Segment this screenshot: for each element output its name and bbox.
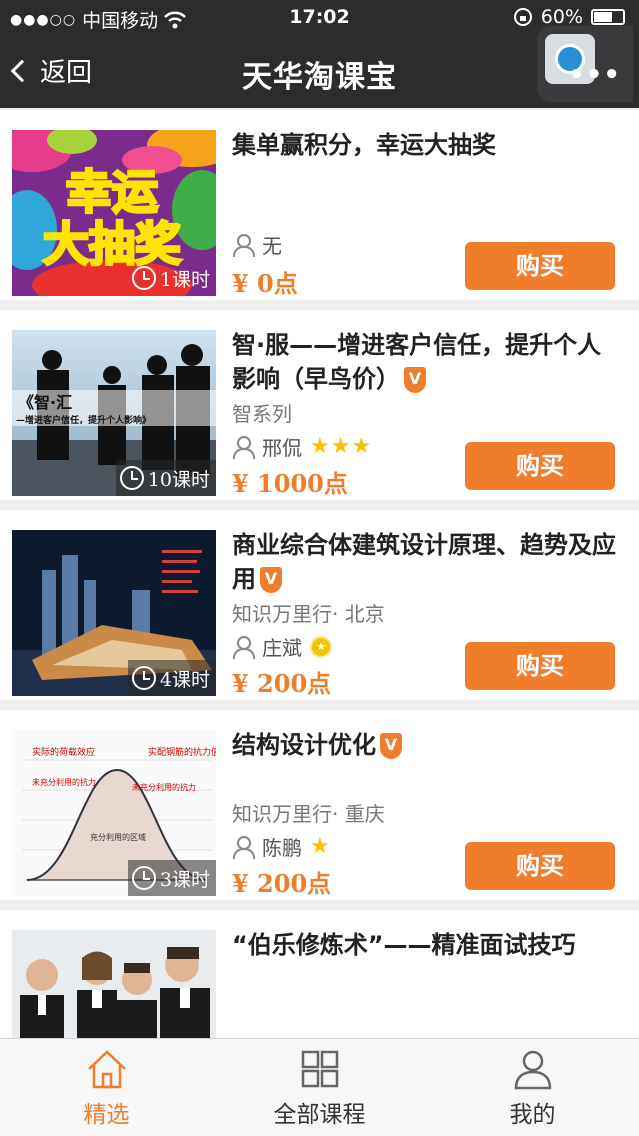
buy-button[interactable]: 购买 bbox=[465, 442, 615, 490]
tab-label: 精选 bbox=[83, 1102, 130, 1128]
course-card[interactable]: 4课时 商业综合体建筑设计原理、趋势及应用 V 知识万里行· 北京 庄斌 ★ ¥ … bbox=[0, 510, 639, 700]
course-card[interactable]: 《智·汇 —增进客户信任，提升个人影响》 10课时 智·服——增进客户信任，提升… bbox=[0, 310, 639, 500]
buy-button[interactable]: 购买 bbox=[465, 642, 615, 690]
course-thumbnail: 幸运 大抽奖 1课时 bbox=[12, 130, 216, 296]
thumb-text-1: 实际的荷载效应 bbox=[32, 746, 95, 758]
verified-badge-icon: V bbox=[404, 367, 426, 393]
nav-bar: 返回 天华淘课宝 ••• bbox=[0, 26, 639, 108]
author-name: 庄斌 bbox=[262, 636, 302, 660]
course-thumbnail: 《智·汇 —增进客户信任，提升个人影响》 10课时 bbox=[12, 330, 216, 496]
course-price: ¥ 200点 bbox=[232, 669, 332, 698]
lesson-count-badge: 4课时 bbox=[127, 660, 216, 696]
verified-badge-icon: V bbox=[380, 733, 402, 759]
lesson-count: 4课时 bbox=[159, 668, 210, 691]
lesson-count-badge: 3课时 bbox=[127, 860, 216, 896]
tab-featured[interactable]: 精选 bbox=[0, 1039, 213, 1136]
tab-all-courses[interactable]: 全部课程 bbox=[213, 1039, 426, 1136]
lesson-count-badge: 10课时 bbox=[115, 460, 216, 496]
home-icon bbox=[87, 1050, 126, 1089]
course-title[interactable]: 结构设计优化 V bbox=[232, 728, 624, 762]
course-thumbnail: 实际的荷载效应 实配钢筋的抗力值 未充分利用的抗力 未充分利用的抗力 充分利用的… bbox=[12, 730, 216, 896]
clock-icon bbox=[119, 466, 144, 490]
medal-icon: ★ bbox=[310, 635, 332, 658]
person-icon bbox=[232, 835, 255, 859]
battery-icon bbox=[591, 9, 625, 25]
thumb-text-4: 未充分利用的抗力 bbox=[132, 782, 196, 792]
tab-label: 全部课程 bbox=[273, 1102, 366, 1128]
grid-icon bbox=[301, 1050, 338, 1088]
course-title[interactable]: “伯乐修炼术”——精准面试技巧 bbox=[232, 928, 624, 962]
course-price: ¥ 1000点 bbox=[232, 469, 348, 498]
course-thumbnail bbox=[12, 930, 216, 1040]
course-card[interactable]: 实际的荷载效应 实配钢筋的抗力值 未充分利用的抗力 未充分利用的抗力 充分利用的… bbox=[0, 710, 639, 900]
person-icon bbox=[232, 435, 255, 459]
course-author: 陈鹏 ★ bbox=[232, 832, 331, 861]
lesson-count: 10课时 bbox=[147, 468, 210, 491]
course-card[interactable]: 幸运 大抽奖 1课时 集单赢积分，幸运大抽奖 无 ¥ 0点 购买 bbox=[0, 110, 639, 300]
author-name: 无 bbox=[262, 234, 282, 258]
course-card[interactable]: “伯乐修炼术”——精准面试技巧 bbox=[0, 910, 639, 1040]
clock-icon bbox=[131, 866, 156, 890]
thumb-text-2: 实配钢筋的抗力值 bbox=[148, 746, 216, 758]
course-series: 知识万里行· 重庆 bbox=[232, 802, 385, 826]
star-rating: ★★★ bbox=[310, 434, 373, 459]
course-title-text: 商业综合体建筑设计原理、趋势及应用 bbox=[232, 531, 616, 593]
course-price: ¥ 0点 bbox=[232, 269, 298, 298]
course-title-text: 结构设计优化 bbox=[232, 731, 376, 759]
user-icon bbox=[514, 1050, 551, 1090]
star-rating: ★ bbox=[310, 834, 331, 859]
author-name: 陈鹏 bbox=[262, 836, 302, 860]
course-title[interactable]: 集单赢积分，幸运大抽奖 bbox=[232, 128, 624, 162]
course-series: 智系列 bbox=[232, 402, 292, 426]
thumb-text-1: 《智·汇 bbox=[18, 393, 72, 412]
more-button[interactable]: ••• bbox=[537, 26, 633, 102]
course-author: 无 bbox=[232, 230, 282, 259]
lesson-count: 1课时 bbox=[159, 268, 210, 291]
verified-badge-icon: V bbox=[260, 567, 282, 593]
person-icon bbox=[232, 635, 255, 659]
lesson-count-badge: 1课时 bbox=[128, 260, 216, 296]
tab-mine[interactable]: 我的 bbox=[426, 1039, 639, 1136]
status-right: 60% bbox=[513, 6, 625, 28]
course-thumbnail: 4课时 bbox=[12, 530, 216, 696]
clock-icon bbox=[131, 266, 156, 290]
course-title[interactable]: 商业综合体建筑设计原理、趋势及应用 V bbox=[232, 528, 624, 596]
more-dots-icon: ••• bbox=[568, 60, 621, 90]
thumb-text-1: 幸运 bbox=[66, 165, 158, 219]
course-series: 知识万里行· 北京 bbox=[232, 602, 385, 626]
buy-button[interactable]: 购买 bbox=[465, 842, 615, 890]
course-price: ¥ 200点 bbox=[232, 869, 332, 898]
battery-percent: 60% bbox=[540, 6, 583, 28]
lesson-count: 3课时 bbox=[159, 868, 210, 891]
tab-label: 我的 bbox=[509, 1102, 556, 1128]
rotation-lock-icon bbox=[513, 8, 532, 26]
course-author: 邢侃 ★★★ bbox=[232, 432, 372, 461]
course-author: 庄斌 ★ bbox=[232, 632, 332, 661]
buy-button[interactable]: 购买 bbox=[465, 242, 615, 290]
clock-icon bbox=[131, 666, 156, 690]
thumb-text-3: 未充分利用的抗力 bbox=[32, 777, 96, 787]
author-name: 邢侃 bbox=[262, 436, 302, 460]
course-title[interactable]: 智·服——增进客户信任，提升个人影响（早鸟价） V bbox=[232, 328, 624, 396]
tab-bar: 精选 全部课程 我的 bbox=[0, 1038, 639, 1136]
person-icon bbox=[232, 233, 255, 257]
thumb-text-5: 充分利用的区域 bbox=[90, 832, 146, 842]
thumb-text-2: —增进客户信任，提升个人影响》 bbox=[16, 414, 151, 426]
